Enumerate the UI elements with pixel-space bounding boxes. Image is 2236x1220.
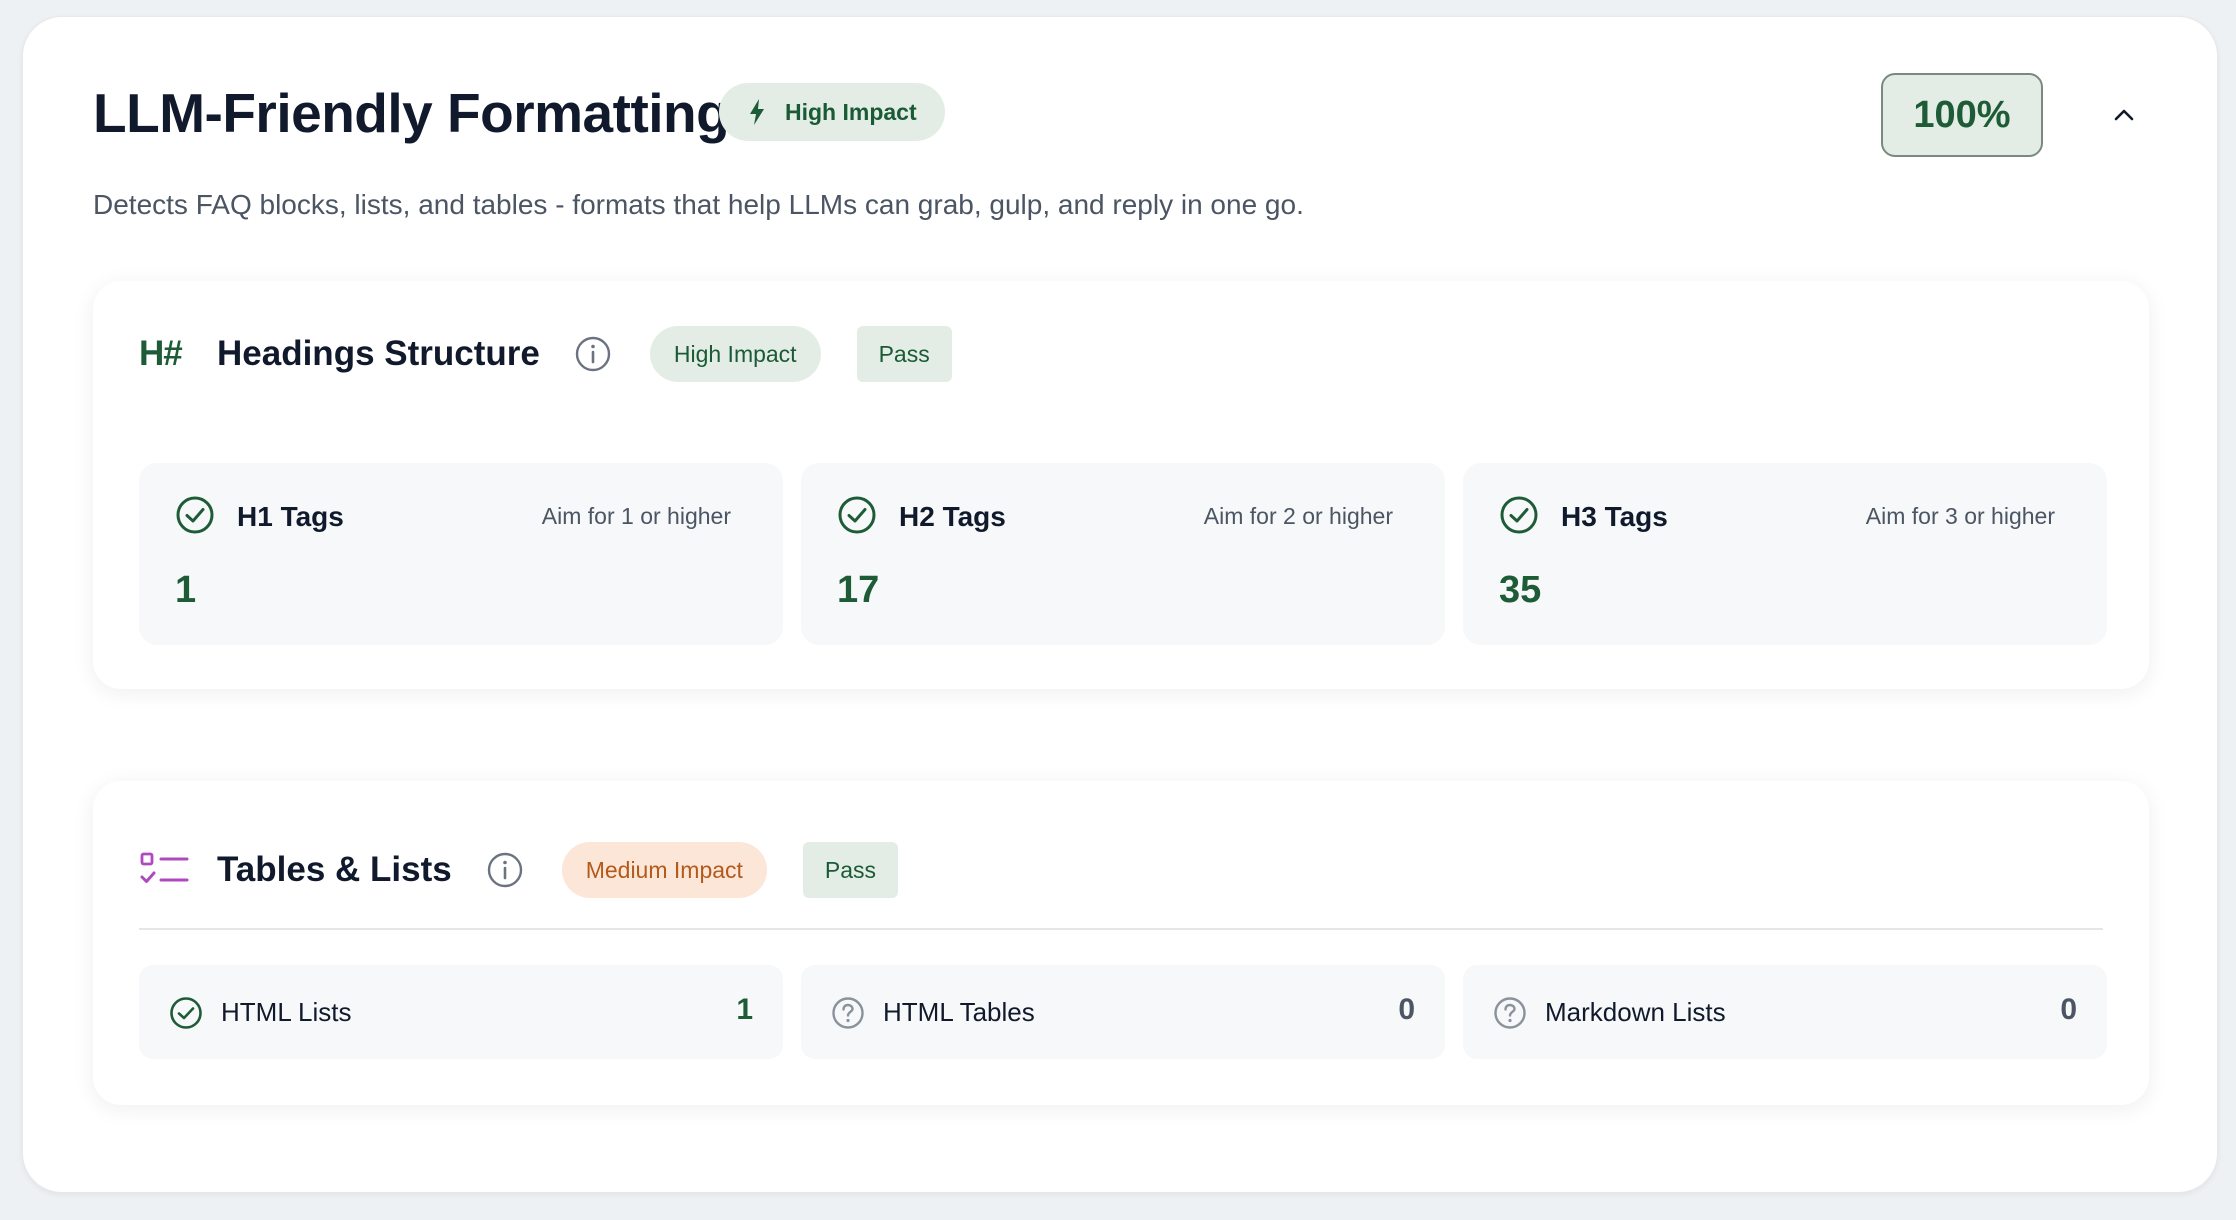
- html-lists-card: HTML Lists 1: [139, 965, 783, 1059]
- tag-card-value: 17: [837, 569, 880, 611]
- list-card-value: 0: [1398, 993, 1415, 1026]
- tag-card-value: 1: [175, 569, 197, 611]
- impact-badge: High Impact: [719, 83, 945, 141]
- score-badge: 100%: [1881, 73, 2043, 157]
- question-circle-icon: [832, 997, 864, 1029]
- question-circle-icon: [1494, 997, 1526, 1029]
- panel-description: Detects FAQ blocks, lists, and tables - …: [93, 189, 1304, 220]
- check-circle-icon: [176, 496, 214, 534]
- tables-lists-section: Tables & Lists Medium Impact Pass HTML L…: [93, 781, 2149, 1105]
- headings-status-badge: Pass: [856, 326, 952, 382]
- tag-card-aim: Aim for 1 or higher: [541, 503, 731, 529]
- headings-section-title: Headings Structure: [217, 334, 540, 373]
- check-circle-icon: [838, 496, 876, 534]
- headings-structure-section: H# Headings Structure High Impact Pass H…: [93, 281, 2149, 689]
- html-tables-card: HTML Tables 0: [801, 965, 1445, 1059]
- tag-card-name: H1 Tags: [237, 501, 344, 532]
- heading-hash-icon: H#: [139, 334, 183, 373]
- list-card-value: 1: [736, 993, 753, 1026]
- markdown-lists-card: Markdown Lists 0: [1463, 965, 2107, 1059]
- list-card-value: 0: [2060, 993, 2077, 1026]
- h1-tags-card: H1 Tags Aim for 1 or higher 1: [139, 463, 783, 645]
- tables-status-badge: Pass: [802, 842, 899, 898]
- info-icon[interactable]: [486, 851, 524, 889]
- tables-impact-badge: Medium Impact: [561, 842, 767, 898]
- chevron-up-icon: [2114, 109, 2134, 121]
- check-circle-icon: [170, 997, 202, 1029]
- headings-section-header: H# Headings Structure High Impact Pass: [139, 325, 952, 383]
- formatting-panel: LLM-Friendly Formatting High Impact 100%…: [22, 16, 2218, 1193]
- h3-tags-card: H3 Tags Aim for 3 or higher 35: [1463, 463, 2107, 645]
- check-circle-icon: [1500, 496, 1538, 534]
- h2-tags-card: H2 Tags Aim for 2 or higher 17: [801, 463, 1445, 645]
- list-card-label: HTML Tables: [883, 997, 1035, 1027]
- page-title: LLM-Friendly Formatting: [93, 82, 730, 144]
- tag-card-aim: Aim for 3 or higher: [1865, 503, 2055, 529]
- lightning-icon: [750, 99, 764, 125]
- tag-card-name: H3 Tags: [1561, 501, 1668, 532]
- impact-badge-label: High Impact: [785, 98, 917, 125]
- list-card-label: HTML Lists: [221, 997, 352, 1027]
- collapse-button[interactable]: [2099, 95, 2149, 135]
- list-card-label: Markdown Lists: [1545, 997, 1726, 1027]
- tables-section-title: Tables & Lists: [217, 850, 452, 889]
- tables-section-header: Tables & Lists Medium Impact Pass: [139, 841, 899, 899]
- headings-impact-badge: High Impact: [649, 326, 821, 382]
- checklist-icon: [140, 852, 189, 883]
- section-divider: [139, 928, 2103, 930]
- tag-card-name: H2 Tags: [899, 501, 1006, 532]
- info-icon[interactable]: [574, 335, 612, 373]
- tag-card-aim: Aim for 2 or higher: [1203, 503, 1393, 529]
- tag-card-value: 35: [1499, 569, 1542, 611]
